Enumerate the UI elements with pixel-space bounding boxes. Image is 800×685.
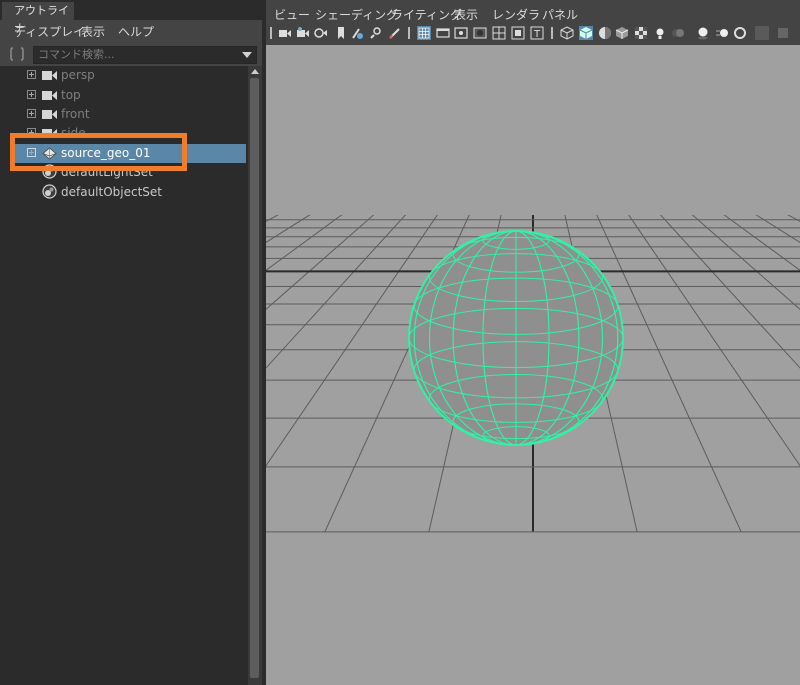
viewport-menu-bar: ビュー シェーディング ライティング 表示 レンダラ パネル <box>266 4 800 24</box>
mesh-icon <box>42 147 57 160</box>
camera-icon <box>42 91 57 100</box>
anti-aliasing-icon[interactable] <box>733 26 747 40</box>
outliner-item-source-geo[interactable]: source_geo_01 <box>14 144 246 163</box>
sky <box>266 45 800 215</box>
menu-view[interactable]: ビュー <box>274 6 310 23</box>
menu-show[interactable]: 表示 <box>454 6 478 23</box>
svg-text:T: T <box>533 29 541 40</box>
grease-pencil-icon[interactable] <box>369 26 383 40</box>
outliner-menu-bar: ディスプレイ 表示 ヘルプ <box>0 20 262 42</box>
default-material-icon[interactable] <box>598 26 612 40</box>
set-icon <box>42 164 57 179</box>
outliner-item-front[interactable]: front <box>0 105 248 124</box>
film-gate-icon[interactable] <box>436 26 450 40</box>
scroll-thumb[interactable] <box>250 78 259 678</box>
item-label: defaultLightSet <box>61 165 153 179</box>
menu-renderer[interactable]: レンダラ <box>492 6 540 23</box>
item-label: front <box>61 107 90 121</box>
ground-grid <box>266 45 800 533</box>
more-tools-icon[interactable] <box>776 26 790 40</box>
camera-icon <box>42 129 57 138</box>
menu-show[interactable]: 表示 <box>81 23 105 40</box>
outliner-scrollbar[interactable] <box>248 66 262 685</box>
item-label: defaultObjectSet <box>61 185 163 199</box>
bookmarks-icon[interactable] <box>314 26 328 40</box>
outliner-panel: アウトライナ ディスプレイ 表示 ヘルプ コマンド検索... persp top… <box>0 0 262 685</box>
motion-blur-icon[interactable] <box>715 26 729 40</box>
field-chart-icon[interactable] <box>492 26 506 40</box>
ambient-occlusion-icon[interactable] <box>696 26 710 40</box>
menu-shading[interactable]: シェーディング <box>315 6 398 23</box>
image-plane-icon[interactable] <box>334 26 348 40</box>
pen-icon[interactable] <box>388 26 402 40</box>
outliner-item-persp[interactable]: persp <box>0 66 248 85</box>
outliner-item-defaultlightset[interactable]: defaultLightSet <box>0 163 248 182</box>
camera-icon <box>42 110 57 119</box>
set-icon <box>42 184 57 199</box>
checker-icon[interactable] <box>634 26 648 40</box>
select-camera-icon[interactable] <box>278 26 292 40</box>
item-label: top <box>61 88 81 102</box>
lights-icon[interactable] <box>653 26 667 40</box>
shadows-icon[interactable] <box>671 26 685 40</box>
menu-help[interactable]: ヘルプ <box>118 23 154 40</box>
toolbar-grip-icon <box>270 27 272 39</box>
wireframe-icon[interactable] <box>560 26 574 40</box>
safe-title-icon[interactable]: T <box>530 26 544 40</box>
expand-icon[interactable] <box>27 90 36 99</box>
toolbar-grip-icon <box>408 27 410 39</box>
search-placeholder: コマンド検索... <box>38 48 115 61</box>
expand-icon[interactable] <box>27 148 36 157</box>
outliner-tab-bar: アウトライナ <box>0 0 262 35</box>
menu-display[interactable]: ディスプレイ <box>14 23 85 40</box>
filter-toggle-icon[interactable] <box>10 47 24 61</box>
camera-attributes-icon[interactable] <box>296 26 310 40</box>
depth-of-field-icon[interactable] <box>755 26 769 40</box>
outliner-tab[interactable]: アウトライナ <box>2 2 74 35</box>
menu-lighting[interactable]: ライティング <box>391 6 462 23</box>
scroll-up-arrow-icon[interactable] <box>251 69 259 74</box>
gate-mask-icon[interactable] <box>473 26 487 40</box>
expand-icon[interactable] <box>27 128 36 137</box>
outliner-item-top[interactable]: top <box>0 86 248 105</box>
camera-icon <box>42 71 57 80</box>
search-row: コマンド検索... <box>0 43 262 65</box>
viewport-panel: ビュー シェーディング ライティング 表示 レンダラ パネル T <box>266 0 800 685</box>
outliner-item-side[interactable]: side <box>0 124 248 143</box>
expand-icon[interactable] <box>27 70 36 79</box>
grid-icon[interactable] <box>417 26 431 40</box>
chevron-down-icon[interactable] <box>242 52 252 58</box>
expand-icon[interactable] <box>27 109 36 118</box>
2d-pan-zoom-icon[interactable] <box>350 26 364 40</box>
resolution-gate-icon[interactable] <box>454 26 468 40</box>
3d-viewport[interactable] <box>266 45 800 685</box>
command-search-input[interactable]: コマンド検索... <box>33 46 257 64</box>
outliner-item-defaultobjectset[interactable]: defaultObjectSet <box>0 183 248 202</box>
item-label: persp <box>61 68 95 82</box>
safe-action-icon[interactable] <box>511 26 525 40</box>
menu-panels[interactable]: パネル <box>542 6 578 23</box>
smooth-shade-icon[interactable] <box>579 26 593 40</box>
viewport-toolbar: T <box>266 24 800 44</box>
textured-icon[interactable] <box>615 26 629 40</box>
toolbar-grip-icon <box>551 27 553 39</box>
item-label: source_geo_01 <box>61 146 151 160</box>
item-label: side <box>61 126 86 140</box>
